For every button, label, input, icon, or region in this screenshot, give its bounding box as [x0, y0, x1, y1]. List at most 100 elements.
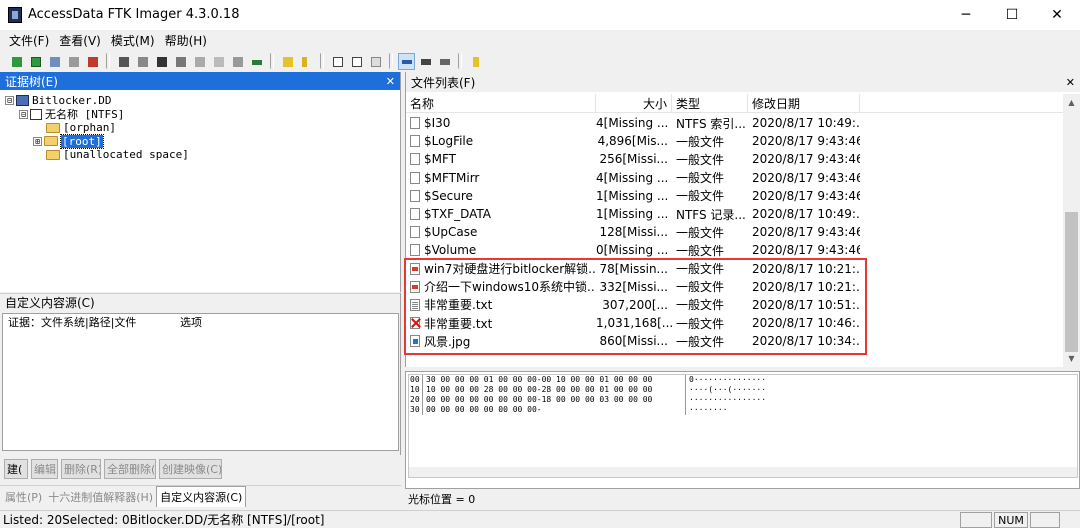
- hex-bytes: 00 00 00 00 00 00 00 00-: [423, 405, 686, 415]
- add-evidence-icon[interactable]: [8, 53, 25, 70]
- edit-button[interactable]: 编辑(E): [31, 459, 58, 479]
- image-mounting-icon[interactable]: [46, 53, 63, 70]
- tab-hex-interpreter[interactable]: 十六进制值解释器(H): [45, 487, 156, 507]
- file-name: $LogFile: [424, 134, 474, 149]
- file-row[interactable]: $MFT 256[Missi... 一般文件 2020/8/17 9:43:46: [406, 150, 1068, 168]
- tree-node-unallocated-space[interactable]: [unallocated space]: [0, 148, 400, 162]
- file-row[interactable]: $UpCase 128[Missi... 一般文件 2020/8/17 9:43:46: [406, 223, 1068, 241]
- scroll-down-arrow-icon[interactable]: ▼: [1063, 350, 1080, 367]
- custom-content-panel: 自定义内容源(C) 证据：文件系统|路径|文件 选项: [0, 293, 401, 455]
- tree-node-orphan[interactable]: [orphan]: [0, 121, 400, 135]
- export-disk-image-icon[interactable]: [134, 53, 151, 70]
- detect-efs-icon[interactable]: [298, 53, 315, 70]
- create-disk-image-icon[interactable]: [115, 53, 132, 70]
- export-files-icon[interactable]: [329, 53, 346, 70]
- expand-icon[interactable]: ⊞: [33, 136, 42, 146]
- evidence-tree-close-icon[interactable]: ✕: [386, 75, 395, 88]
- file-type: 一般文件: [676, 225, 725, 240]
- export-directory-listing-icon[interactable]: [367, 53, 384, 70]
- num-lock-indicator: NUM: [994, 512, 1028, 528]
- collapse-icon[interactable]: ⊟: [5, 96, 14, 106]
- file-name: $MFTMirr: [424, 170, 480, 185]
- hex-offset: 00: [409, 375, 423, 385]
- close-button[interactable]: ✕: [1034, 0, 1080, 30]
- hex-offset: 30: [409, 405, 423, 415]
- file-row[interactable]: $LogFile 4,896[Mis... 一般文件 2020/8/17 9:43:4…: [406, 132, 1068, 150]
- help-icon[interactable]: [467, 53, 484, 70]
- tree-node-label: [orphan]: [63, 121, 116, 135]
- folder-icon: [44, 136, 58, 147]
- create-custom-image-icon[interactable]: [191, 53, 208, 70]
- column-header-date[interactable]: 修改日期: [748, 93, 860, 113]
- menu-view[interactable]: 查看(V): [54, 32, 106, 49]
- hex-horizontal-scrollbar[interactable]: [409, 467, 1077, 477]
- title-bar: AccessData FTK Imager 4.3.0.18 ─ ☐ ✕: [0, 0, 1080, 30]
- tab-custom-content[interactable]: 自定义内容源(C): [156, 486, 247, 507]
- export-hash-list-icon[interactable]: [348, 53, 365, 70]
- column-header-options[interactable]: 选项: [180, 314, 202, 330]
- scrollbar-thumb[interactable]: [1065, 212, 1078, 352]
- hex-view-icon[interactable]: [398, 52, 415, 70]
- file-row[interactable]: $Volume 0[Missing ... 一般文件 2020/8/17 9:43:4…: [406, 241, 1068, 259]
- decrypt-icon[interactable]: [210, 53, 227, 70]
- file-list-scrollbar[interactable]: ▲ ▼: [1063, 94, 1080, 367]
- hex-offset: 10: [409, 385, 423, 395]
- file-icon: [410, 153, 420, 166]
- new-button[interactable]: 建(: [4, 459, 28, 479]
- menu-file[interactable]: 文件(F): [4, 32, 54, 49]
- hex-view[interactable]: 00 30 00 00 00 01 00 00 00-00 10 00 00 01…: [408, 374, 1078, 478]
- ftk-app-icon: [8, 7, 22, 23]
- add-all-evidence-icon[interactable]: [27, 53, 44, 70]
- add-to-custom-content-icon[interactable]: [172, 53, 189, 70]
- file-list-close-icon[interactable]: ✕: [1066, 76, 1075, 89]
- column-header-type[interactable]: 类型: [672, 93, 748, 113]
- delete-all-button[interactable]: 全部删除(A: [104, 459, 156, 479]
- column-header-evidence[interactable]: 证据：文件系统|路径|文件: [8, 314, 180, 330]
- file-name: $Volume: [424, 243, 477, 258]
- file-row[interactable]: $I30 4[Missing ... NTFS 索引... 2020/8/17 10:…: [406, 114, 1068, 132]
- tree-node-label-selected: [root]: [60, 133, 104, 149]
- text-view-icon[interactable]: [417, 53, 434, 70]
- file-size: 1[Missing ...: [596, 207, 669, 222]
- toolbar: [0, 50, 1080, 72]
- create-image-button[interactable]: 创建映像(C): [159, 459, 222, 479]
- file-date: 2020/8/17 9:43:46: [752, 225, 860, 240]
- obtain-protected-files-icon[interactable]: [279, 53, 296, 70]
- verify-drive-icon[interactable]: [229, 53, 246, 70]
- export-logical-image-icon[interactable]: [153, 53, 170, 70]
- remove-evidence-icon[interactable]: [65, 53, 82, 70]
- file-icon: [410, 171, 420, 184]
- file-name-cell: $Secure: [406, 189, 596, 203]
- custom-content-columns: 证据：文件系统|路径|文件 选项: [3, 314, 398, 330]
- partition-icon: [30, 108, 42, 120]
- tree-node-ntfs-partition[interactable]: ⊟ 无名称 [NTFS]: [0, 108, 400, 121]
- menu-help[interactable]: 帮助(H): [160, 32, 212, 49]
- hex-offset: 20: [409, 395, 423, 405]
- capture-memory-icon[interactable]: [248, 53, 265, 70]
- file-row[interactable]: $MFTMirr 4[Missing ... 一般文件 2020/8/17 9:43:…: [406, 169, 1068, 187]
- folder-icon: [46, 122, 60, 133]
- auto-view-icon[interactable]: [436, 53, 453, 70]
- maximize-button[interactable]: ☐: [989, 0, 1035, 30]
- column-header-name[interactable]: 名称: [406, 93, 596, 113]
- file-type: NTFS 记录...: [676, 207, 746, 222]
- file-name: $I30: [424, 116, 451, 131]
- minimize-button[interactable]: ─: [943, 0, 989, 30]
- column-header-size[interactable]: 大小: [596, 93, 672, 113]
- menu-mode[interactable]: 模式(M): [106, 32, 160, 49]
- file-name-cell: $Volume: [406, 243, 596, 257]
- file-row[interactable]: $Secure 1[Missing ... 一般文件 2020/8/17 9:43:4…: [406, 187, 1068, 205]
- hex-view-panel: 00 30 00 00 00 01 00 00 00-00 10 00 00 01…: [405, 371, 1080, 489]
- remove-all-evidence-icon[interactable]: [84, 53, 101, 70]
- tree-node-root[interactable]: ⊞ [root]: [0, 133, 400, 149]
- delete-button[interactable]: 删除(R): [61, 459, 101, 479]
- bottom-tabs: 属性(P) 十六进制值解释器(H) 自定义内容源(C): [0, 485, 401, 507]
- custom-content-list[interactable]: 证据：文件系统|路径|文件 选项: [2, 313, 399, 451]
- tab-properties[interactable]: 属性(P): [2, 487, 45, 507]
- file-row[interactable]: $TXF_DATA 1[Missing ... NTFS 记录... 2020/8/1…: [406, 205, 1068, 223]
- hex-row: 00 30 00 00 00 01 00 00 00-00 10 00 00 01…: [409, 375, 1077, 385]
- file-name-cell: $LogFile: [406, 134, 596, 148]
- collapse-icon[interactable]: ⊟: [19, 109, 28, 119]
- file-name-cell: $TXF_DATA: [406, 207, 596, 221]
- scroll-up-arrow-icon[interactable]: ▲: [1063, 94, 1080, 111]
